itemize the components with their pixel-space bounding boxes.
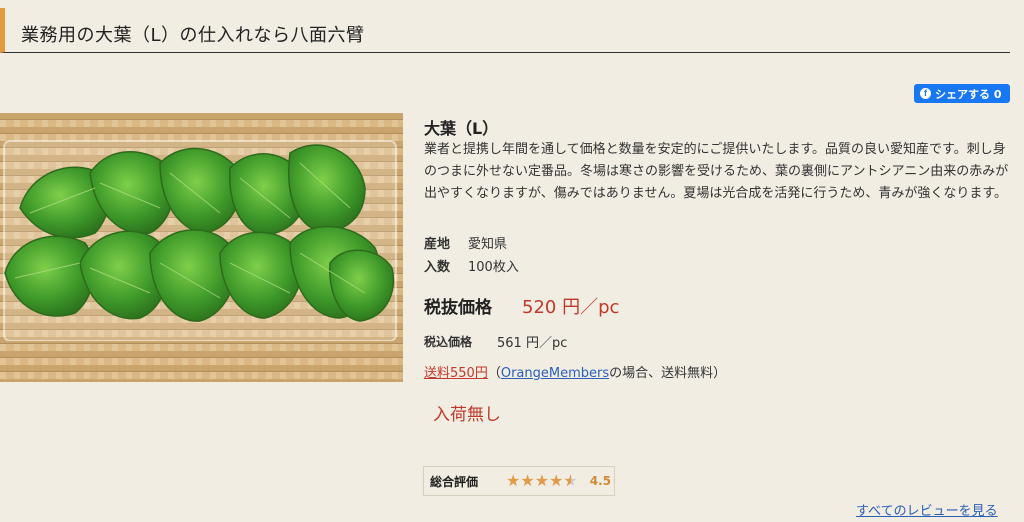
share-label: シェアする 0: [935, 87, 1002, 101]
all-reviews-link[interactable]: すべてのレビューを見る: [856, 500, 998, 519]
shipping-note: の場合、送料無料）: [609, 366, 727, 381]
quantity-value: 100枚入: [468, 260, 519, 275]
half-star-icon: ★: [563, 473, 577, 490]
shiso-leaves-photo: [0, 113, 403, 382]
product-description: 業者と提携し年間を通して価格と数量を安定的にご提供いたします。品質の良い愛知産で…: [424, 142, 1009, 201]
star-icon: ★: [534, 471, 550, 490]
star-icon: ★: [520, 471, 535, 490]
star-icon: ★: [549, 471, 564, 490]
price-value: 520 円／pc: [522, 297, 620, 318]
origin-value: 愛知県: [468, 237, 508, 252]
origin-row: 産地 愛知県: [424, 233, 507, 252]
shipping-row: 送料550円（OrangeMembersの場合、送料無料）: [424, 362, 726, 381]
tax-price-label: 税込価格: [424, 335, 473, 349]
tax-price-value: 561 円／pc: [497, 336, 568, 351]
page-title: 業務用の大葉（L）の仕入れなら八面六臂: [21, 25, 365, 46]
star-icon: ★: [506, 471, 521, 490]
rating-stars: ★ ★ ★ ★ ★: [506, 471, 578, 490]
facebook-icon: f: [920, 88, 931, 99]
stock-status: 入荷無し: [433, 405, 501, 425]
quantity-row: 入数 100枚入: [424, 256, 519, 275]
shipping-open-paren: （: [487, 366, 501, 381]
price-label: 税抜価格: [424, 298, 492, 318]
overall-rating-box: 総合評価 ★ ★ ★ ★ ★ 4.5: [423, 466, 615, 496]
rating-label: 総合評価: [430, 474, 479, 489]
shipping-fee-link[interactable]: 送料550円: [424, 366, 488, 381]
facebook-share-button[interactable]: f シェアする 0: [914, 84, 1010, 103]
page-title-bar: 業務用の大葉（L）の仕入れなら八面六臂: [0, 8, 1010, 53]
orange-members-link[interactable]: OrangeMembers: [501, 366, 609, 381]
product-image: [0, 113, 403, 382]
rating-value: 4.5: [589, 474, 611, 488]
origin-label: 産地: [424, 237, 451, 252]
product-name: 大葉（L）: [424, 119, 499, 138]
quantity-label: 入数: [424, 260, 451, 275]
